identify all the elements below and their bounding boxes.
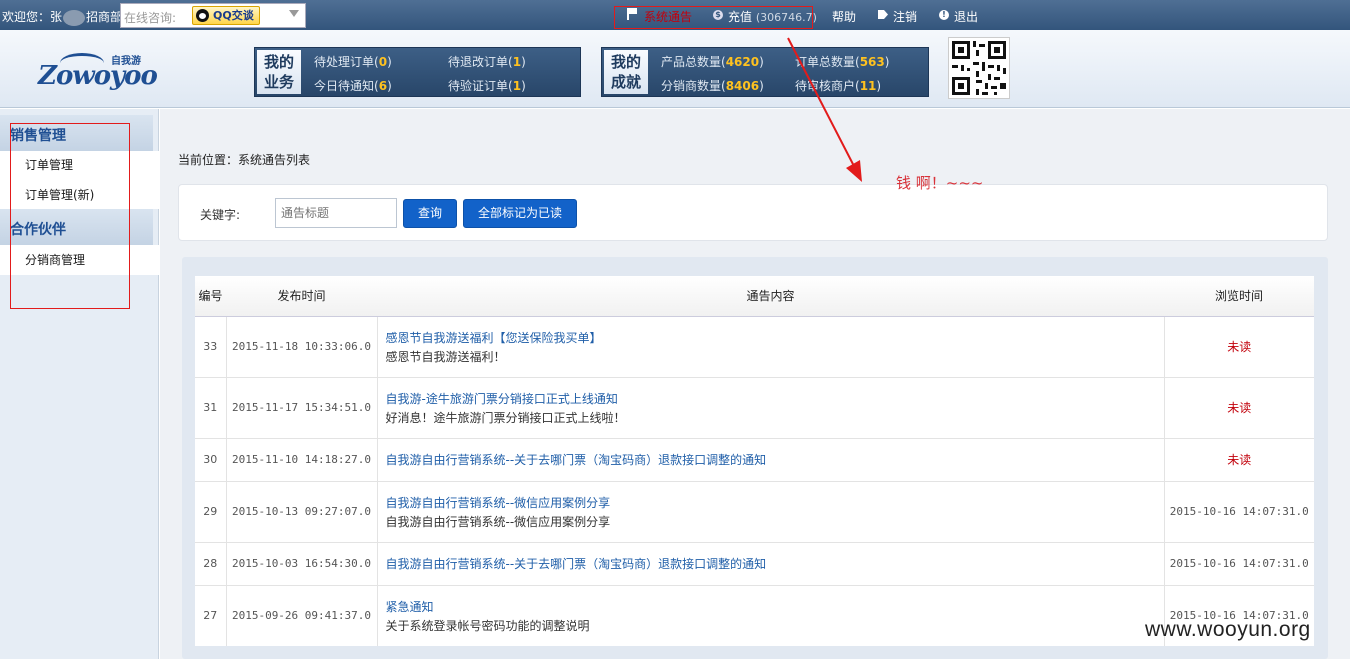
annotation-text: 钱 啊！~~~: [896, 174, 984, 192]
annotation-arrow: [787, 37, 862, 182]
watermark: www.wooyun.org: [1145, 618, 1311, 641]
